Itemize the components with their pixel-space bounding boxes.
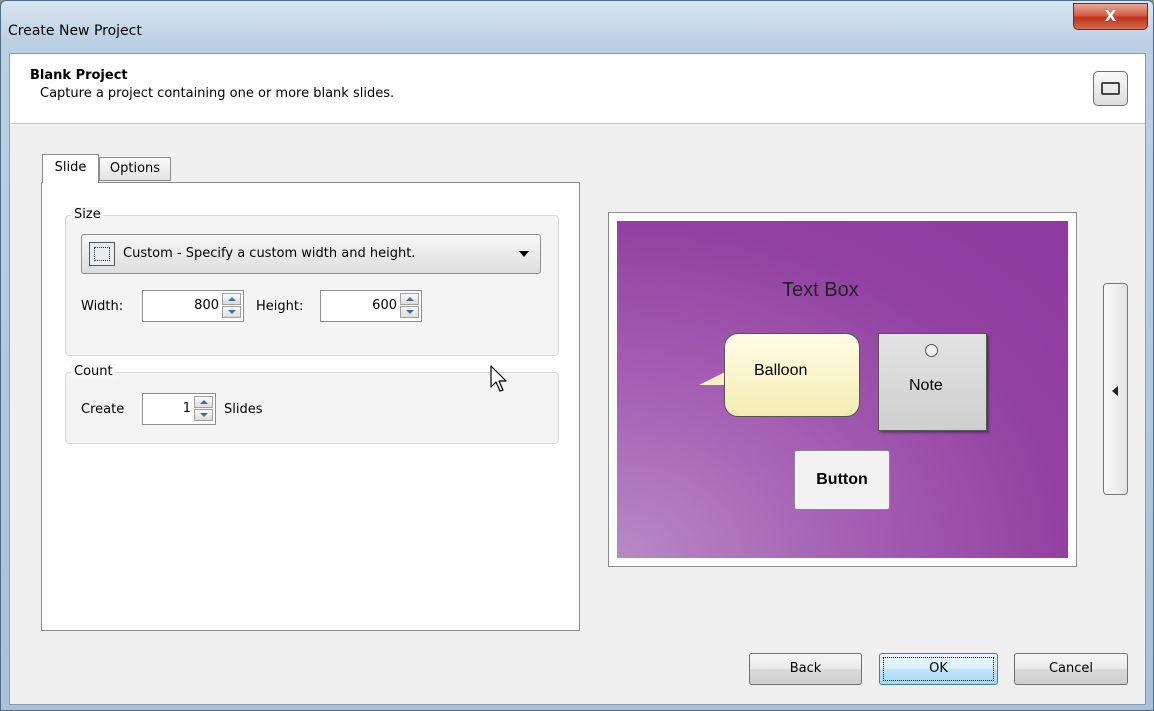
count-group [65,372,559,444]
title-bar[interactable]: Create New Project X [1,1,1153,51]
dialog-window: Create New Project X Blank Project Captu… [0,0,1154,711]
tab-options[interactable]: Options [99,157,171,181]
slide-count-stepper[interactable]: 1 [142,393,216,425]
note-text: Note [909,377,943,394]
chevron-down-icon [519,251,529,257]
height-up-arrow-icon[interactable] [400,293,419,305]
count-group-label: Count [71,364,116,379]
custom-size-icon [89,242,115,266]
size-preset-dropdown[interactable]: Custom - Specify a custom width and heig… [81,234,541,274]
size-group-label: Size [71,207,104,222]
slide-tab-panel: Size Custom - Specify a custom width and… [41,182,580,631]
preview-button: Button [794,450,890,510]
header-title: Blank Project [30,68,128,83]
count-down-arrow-icon[interactable] [194,409,213,421]
pushpin-icon [925,344,938,357]
collapse-preview-button[interactable] [1103,283,1128,495]
header-subtitle: Capture a project containing one or more… [40,86,395,101]
create-label: Create [81,402,125,417]
slide-preview: Text Box Balloon Note Button [608,212,1077,567]
slide-count-value: 1 [182,401,191,416]
back-button[interactable]: Back [749,653,862,685]
width-stepper[interactable]: 800 [142,290,244,322]
focus-rect [883,657,994,681]
mouse-cursor-icon [490,365,507,392]
window-title: Create New Project [8,23,142,39]
dialog-header: Blank Project Capture a project containi… [10,54,1145,124]
size-preset-value: Custom - Specify a custom width and heig… [123,246,416,261]
close-button[interactable]: X [1073,3,1148,30]
preview-balloon: Balloon [724,333,860,417]
balloon-text: Balloon [754,362,808,379]
slides-label: Slides [224,402,263,417]
cancel-button[interactable]: Cancel [1014,653,1128,685]
balloon-tail [699,371,727,385]
height-label: Height: [256,299,304,314]
height-stepper[interactable]: 600 [320,290,422,322]
height-down-arrow-icon[interactable] [400,306,419,318]
preview-text-box: Text Box [782,279,859,301]
width-up-arrow-icon[interactable] [222,293,241,305]
width-label: Width: [81,299,124,314]
dialog-client: Blank Project Capture a project containi… [9,53,1146,705]
count-up-arrow-icon[interactable] [194,396,213,408]
blank-slide-icon [1093,71,1128,106]
preview-note: Note [878,333,987,431]
width-value: 800 [194,298,219,313]
height-value: 600 [372,298,397,313]
preview-slide: Text Box Balloon Note Button [617,221,1068,558]
ok-button[interactable]: OK [879,653,998,685]
width-down-arrow-icon[interactable] [222,306,241,318]
tab-slide[interactable]: Slide [42,154,99,183]
